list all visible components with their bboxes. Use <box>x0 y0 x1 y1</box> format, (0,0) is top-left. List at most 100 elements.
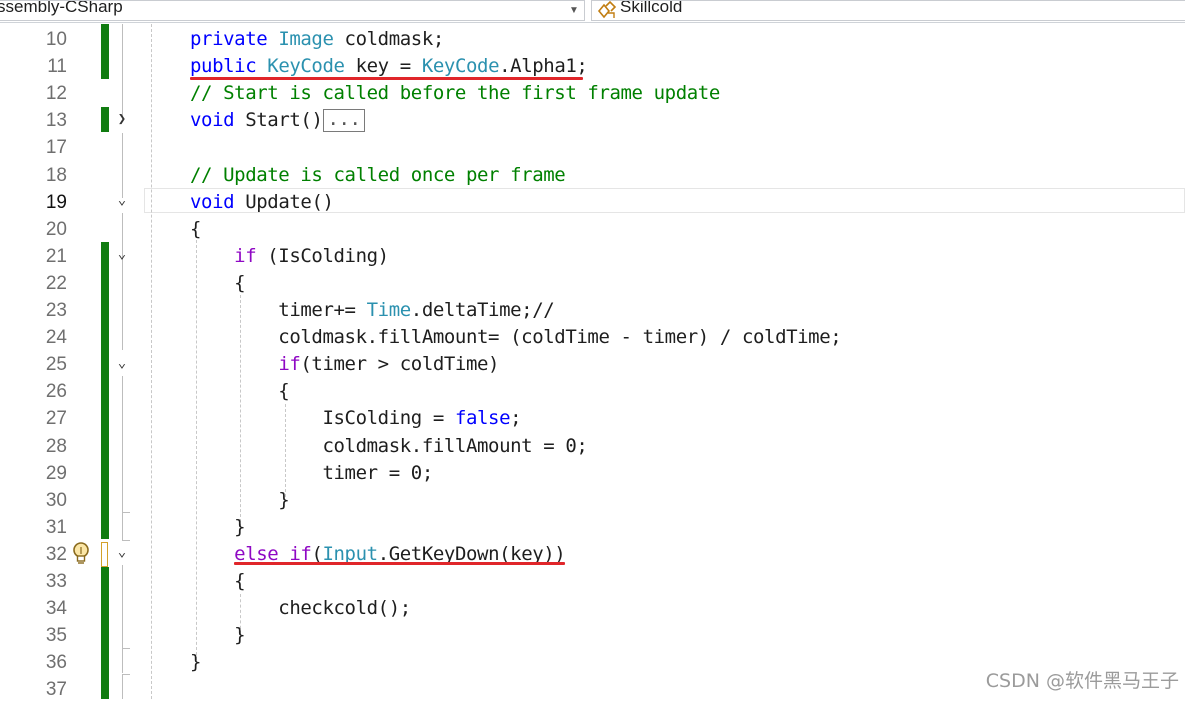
code-token: .deltaTime;// <box>410 299 555 321</box>
code-line[interactable]: 18 // Update is called once per frame <box>0 162 1185 189</box>
code-text: timer = 0; <box>190 460 433 487</box>
line-number: 33 <box>45 571 67 592</box>
collapsed-region-box[interactable]: ... <box>323 109 365 133</box>
line-number: 11 <box>47 56 67 78</box>
line-number: 25 <box>45 354 67 376</box>
code-line[interactable]: 35 } <box>0 622 1185 649</box>
code-token: } <box>190 624 246 647</box>
code-text: } <box>190 514 245 541</box>
code-text: coldmask.fillAmount= (coldTime - timer) … <box>190 324 841 351</box>
code-token: Start <box>245 109 301 132</box>
code-line[interactable]: 22 { <box>0 270 1185 297</box>
code-line[interactable]: 27 IsColding = false; <box>0 405 1185 432</box>
code-token: { <box>190 271 246 294</box>
code-token: // Start is called before the first fram… <box>190 82 720 105</box>
code-line[interactable]: 23 timer+= Time.deltaTime;// <box>0 297 1185 324</box>
code-text: } <box>190 649 201 676</box>
line-number: 36 <box>45 652 67 674</box>
line-number: 13 <box>45 110 67 132</box>
code-line[interactable]: 21 if (IsColding) <box>0 243 1185 270</box>
line-number: 27 <box>45 408 67 430</box>
line-number: 30 <box>45 489 67 511</box>
code-token: false <box>454 407 511 430</box>
code-line[interactable]: 34 checkcold(); <box>0 595 1185 622</box>
project-dropdown-label: ssembly-CSharp <box>0 0 123 16</box>
code-line[interactable]: 11 public KeyCode key = KeyCode.Alpha1; <box>0 53 1185 80</box>
line-number: 21 <box>45 245 67 267</box>
code-line[interactable]: 26 { <box>0 378 1185 405</box>
line-number: 31 <box>45 516 67 538</box>
code-line[interactable]: 13 void Start()... <box>0 107 1185 134</box>
code-text: // Update is called once per frame <box>190 162 566 189</box>
code-line[interactable]: 28 coldmask.fillAmount = 0; <box>0 433 1185 460</box>
code-line[interactable]: 17 <box>0 134 1185 161</box>
code-line[interactable]: 19 void Update() <box>0 189 1185 216</box>
code-text: } <box>190 622 245 649</box>
line-number: 29 <box>45 462 67 484</box>
code-text: private Image coldmask; <box>190 26 444 53</box>
code-line[interactable]: 30 } <box>0 487 1185 514</box>
member-dropdown-label: Skillcold <box>620 0 683 16</box>
code-token: { <box>190 217 202 240</box>
navigation-bar: ssembly-CSharp ▼ Skillcold <box>0 0 1185 23</box>
code-line[interactable]: 20 { <box>0 216 1185 243</box>
line-number: 10 <box>45 29 67 50</box>
code-token: KeyCode <box>267 55 345 78</box>
member-dropdown[interactable]: Skillcold <box>591 0 1185 21</box>
code-line[interactable]: 31 } <box>0 514 1185 541</box>
red-annotation-underline <box>190 77 583 80</box>
code-text: void Start()... <box>190 107 365 134</box>
code-text: // Start is called before the first fram… <box>190 80 720 107</box>
code-token: void <box>190 109 246 132</box>
code-token: = <box>388 55 422 78</box>
code-text: IsColding = false; <box>190 405 521 432</box>
project-dropdown[interactable]: ssembly-CSharp ▼ <box>0 0 585 21</box>
code-line[interactable]: 29 timer = 0; <box>0 460 1185 487</box>
code-token: timer = 0; <box>190 461 433 484</box>
code-line[interactable]: 33 { <box>0 568 1185 595</box>
code-token: KeyCode <box>421 55 500 78</box>
line-number: 28 <box>45 435 67 457</box>
code-token: public <box>190 55 268 78</box>
code-token: // Update is called once per frame <box>190 163 566 186</box>
line-number: 35 <box>45 625 67 647</box>
code-line[interactable]: 25 if(timer > coldTime) <box>0 351 1185 378</box>
line-number: 26 <box>45 381 67 403</box>
line-number: 18 <box>45 164 67 186</box>
code-token: coldmask; <box>333 28 445 50</box>
code-token: } <box>190 515 246 538</box>
code-token: .Alpha1; <box>499 55 588 78</box>
code-editor[interactable]: ❯ ⌄ ⌄ ⌄ ⌄ 10 private Image coldmask; 11 pub… <box>0 24 1185 700</box>
code-token: void <box>190 190 246 213</box>
code-token: coldmask.fillAmount= (coldTime - timer) … <box>190 326 842 349</box>
line-number: 23 <box>45 300 67 321</box>
code-token: if <box>278 353 301 376</box>
code-token: (timer > coldTime) <box>300 353 500 376</box>
code-token: if <box>234 244 257 267</box>
code-text: { <box>190 568 245 595</box>
code-line[interactable]: 12 // Start is called before the first fr… <box>0 80 1185 107</box>
code-line[interactable]: 32 else if(Input.GetKeyDown(key)) <box>0 541 1185 568</box>
code-text: { <box>190 378 289 405</box>
line-number: 24 <box>45 327 67 349</box>
code-token: Time <box>366 299 412 321</box>
line-number: 12 <box>45 83 67 105</box>
red-annotation-underline <box>234 562 565 565</box>
code-token: () <box>300 109 323 132</box>
chevron-down-icon: ▼ <box>569 5 579 16</box>
code-token: (IsColding) <box>256 244 389 267</box>
code-line[interactable]: 24 coldmask.fillAmount= (coldTime - time… <box>0 324 1185 351</box>
code-text: timer+= Time.deltaTime;// <box>190 297 554 324</box>
code-token: checkcold(); <box>190 597 411 620</box>
line-number: 34 <box>45 598 67 620</box>
code-line[interactable]: 10 private Image coldmask; <box>0 26 1185 53</box>
code-text: { <box>190 270 245 297</box>
code-text: if (IsColding) <box>190 243 389 270</box>
code-token: coldmask.fillAmount = 0; <box>190 434 588 457</box>
line-number: 20 <box>45 218 67 240</box>
code-token: private <box>190 28 279 50</box>
